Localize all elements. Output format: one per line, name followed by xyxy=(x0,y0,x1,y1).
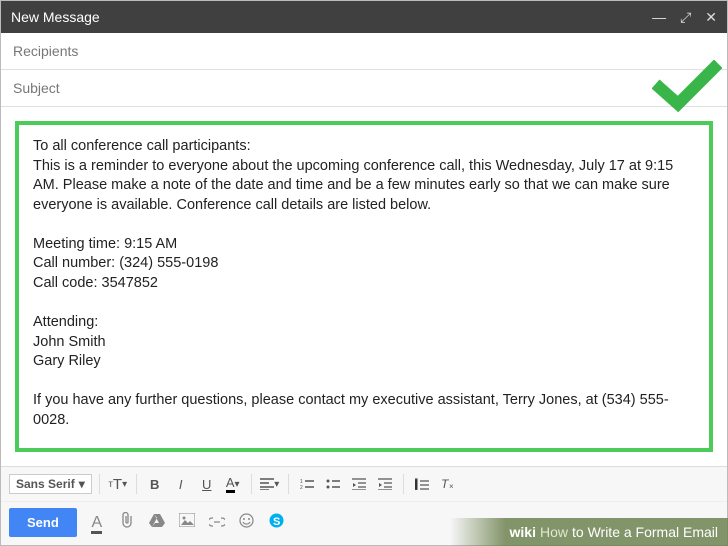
chevron-down-icon: ▾ xyxy=(122,479,127,490)
recipients-placeholder: Recipients xyxy=(13,43,78,59)
quote-button[interactable] xyxy=(411,473,433,495)
indent-more-button[interactable] xyxy=(374,473,396,495)
indent-less-button[interactable] xyxy=(348,473,370,495)
numbered-list-icon: 12 xyxy=(300,478,314,490)
link-icon xyxy=(209,517,225,527)
toolbar-divider xyxy=(403,474,404,494)
format-toolbar: Sans Serif ▾ тT▾ B I U A ▾ ▾ 12 xyxy=(1,466,727,501)
window-controls: — ⤢ ✕ xyxy=(652,10,717,24)
subject-placeholder: Subject xyxy=(13,80,60,96)
toolbar-divider xyxy=(251,474,252,494)
toolbar-divider xyxy=(99,474,100,494)
drive-icon xyxy=(149,513,165,527)
subject-field[interactable]: Subject xyxy=(1,70,727,107)
chevron-down-icon: ▾ xyxy=(274,479,279,490)
chevron-down-icon: ▾ xyxy=(235,479,240,490)
chevron-down-icon: ▾ xyxy=(79,477,85,491)
watermark-title: to Write a Formal Email xyxy=(572,524,718,540)
remove-format-button[interactable]: T× xyxy=(437,473,459,495)
watermark: wikiHow to Write a Formal Email xyxy=(450,518,728,546)
checkmark-icon xyxy=(652,60,722,120)
insert-link-button[interactable] xyxy=(207,514,227,532)
minimize-icon[interactable]: — xyxy=(652,10,666,24)
indent-less-icon xyxy=(352,478,366,490)
toolbar-divider xyxy=(136,474,137,494)
toolbar-divider xyxy=(288,474,289,494)
bold-button[interactable]: B xyxy=(144,473,166,495)
svg-text:S: S xyxy=(273,516,280,528)
recipients-field[interactable]: Recipients xyxy=(1,33,727,70)
text-format-toggle-button[interactable]: A xyxy=(87,514,107,532)
font-family-select[interactable]: Sans Serif ▾ xyxy=(9,474,92,494)
remove-format-icon: T× xyxy=(441,478,455,490)
font-size-button[interactable]: тT▾ xyxy=(107,473,129,495)
underline-button[interactable]: U xyxy=(196,473,218,495)
skype-button[interactable]: S xyxy=(267,513,287,533)
italic-button[interactable]: I xyxy=(170,473,192,495)
send-button[interactable]: Send xyxy=(9,508,77,537)
numbered-list-button[interactable]: 12 xyxy=(296,473,318,495)
close-icon[interactable]: ✕ xyxy=(705,10,717,24)
attach-file-button[interactable] xyxy=(117,512,137,533)
expand-icon[interactable]: ⤢ xyxy=(680,10,691,24)
watermark-brand: wiki xyxy=(510,524,536,540)
body-area[interactable]: To all conference call participants: Thi… xyxy=(1,107,727,466)
text-color-button[interactable]: A ▾ xyxy=(222,473,244,495)
align-left-icon xyxy=(260,478,274,490)
photo-icon xyxy=(179,513,195,527)
insert-photo-button[interactable] xyxy=(177,513,197,532)
font-family-label: Sans Serif xyxy=(16,477,75,491)
email-body-text[interactable]: To all conference call participants: Thi… xyxy=(33,137,695,452)
paperclip-icon xyxy=(120,512,134,528)
compose-window: New Message — ⤢ ✕ Recipients Subject To … xyxy=(0,0,728,546)
window-title: New Message xyxy=(11,9,652,25)
svg-text:×: × xyxy=(449,482,454,490)
skype-icon: S xyxy=(269,513,284,528)
insert-emoji-button[interactable] xyxy=(237,513,257,533)
align-button[interactable]: ▾ xyxy=(259,473,281,495)
quote-icon xyxy=(415,478,429,490)
indent-more-icon xyxy=(378,478,392,490)
bullet-list-icon xyxy=(326,478,340,490)
watermark-brand2: How xyxy=(540,524,568,540)
svg-text:2: 2 xyxy=(300,485,303,490)
bullet-list-button[interactable] xyxy=(322,473,344,495)
insert-drive-button[interactable] xyxy=(147,513,167,532)
titlebar: New Message — ⤢ ✕ xyxy=(1,1,727,33)
body-highlight-border: To all conference call participants: Thi… xyxy=(15,121,713,452)
emoji-icon xyxy=(239,513,254,528)
